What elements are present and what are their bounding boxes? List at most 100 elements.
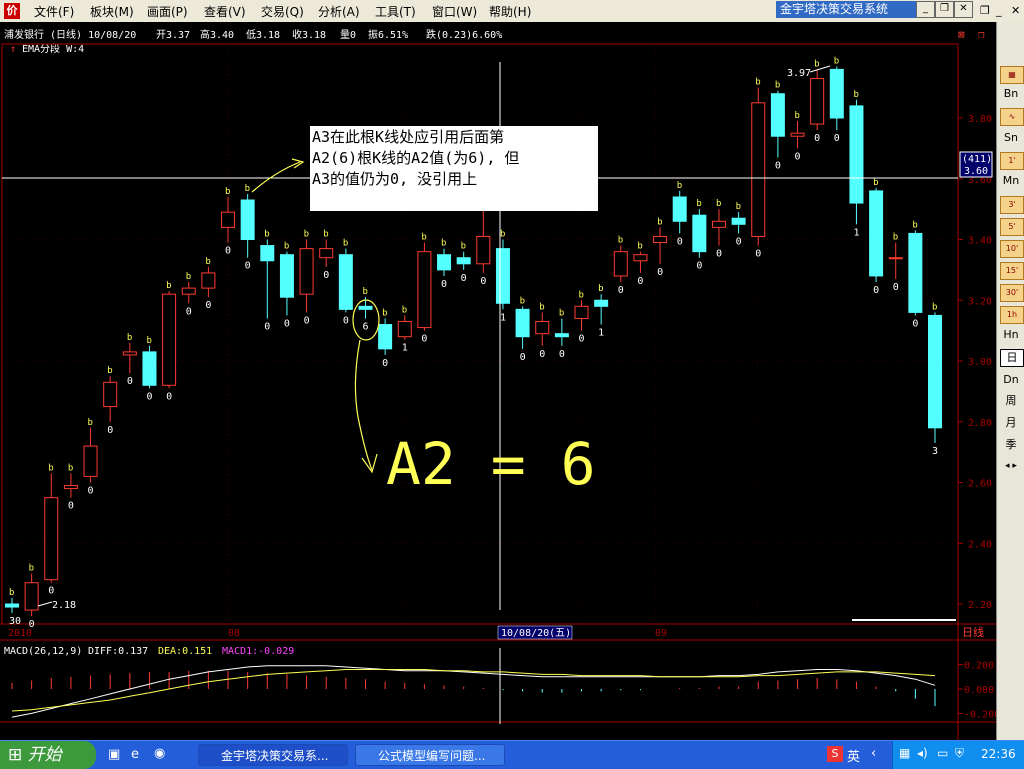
app-icon[interactable]: 价	[4, 3, 20, 19]
buy-marker: b	[205, 257, 210, 267]
annotation-line-2: A2(6)根K线的A2值(为6), 但	[312, 149, 519, 167]
menu-help[interactable]: 帮助(H)	[489, 3, 531, 20]
buy-marker: b	[795, 111, 800, 121]
volume-icon[interactable]: ◂)	[917, 746, 928, 760]
candle-tag: 0	[382, 358, 388, 369]
toolbar-scroll-icon[interactable]: ◂ ▸	[1000, 458, 1022, 474]
chrome-icon[interactable]: ◉	[154, 746, 165, 761]
mdi-restore-icon[interactable]: ❐	[980, 4, 990, 17]
period-label[interactable]: 日线	[962, 625, 984, 639]
monitor-icon[interactable]: ▭	[937, 746, 948, 760]
candle-body	[515, 308, 530, 338]
mdi-close-icon[interactable]: ✕	[1011, 4, 1020, 17]
period-30min-icon[interactable]: 30'	[1000, 284, 1024, 302]
period-day[interactable]: 日	[1000, 349, 1024, 367]
buy-marker: b	[9, 588, 14, 598]
period-dn[interactable]: Dn	[1000, 372, 1022, 388]
menu-bar: 价 文件(F) 板块(M) 画面(P) 查看(V) 交易(Q) 分析(A) 工具…	[0, 0, 1024, 23]
candle-tag: 0	[146, 391, 152, 402]
toolbar-chart-icon[interactable]: ∿	[1000, 108, 1024, 126]
period-hn[interactable]: Hn	[1000, 327, 1022, 343]
period-week[interactable]: 周	[1000, 393, 1022, 409]
buy-marker: b	[893, 233, 898, 243]
period-month[interactable]: 月	[1000, 415, 1022, 431]
period-1h-icon[interactable]: 1h	[1000, 306, 1024, 324]
candle-tag: 0	[441, 279, 447, 290]
close-button[interactable]: ✕	[954, 1, 973, 18]
task-browser[interactable]: 公式模型编写问题...	[355, 744, 505, 766]
ie-icon[interactable]: e	[131, 747, 139, 762]
annotation-line-1: A3在此根K线处应引用后面第	[312, 128, 504, 146]
period-sn[interactable]: Sn	[1000, 130, 1022, 146]
chart-close-icon[interactable]: ⊠	[958, 28, 965, 41]
minimize-button[interactable]: _	[916, 1, 935, 18]
period-5min-icon[interactable]: 5'	[1000, 218, 1024, 236]
period-1min-icon[interactable]: 1'	[1000, 152, 1024, 170]
period-3min-icon[interactable]: 3'	[1000, 196, 1024, 214]
candle-body	[849, 105, 864, 204]
macd-series	[11, 665, 936, 718]
macd-dea: DEA:0.151	[158, 646, 212, 657]
period-10min-icon[interactable]: 10'	[1000, 240, 1024, 258]
period-15min-icon[interactable]: 15'	[1000, 262, 1024, 280]
candle-body	[594, 299, 609, 307]
buy-marker: b	[500, 230, 505, 240]
price-tick-label: 2.80	[968, 418, 992, 429]
candle-body	[181, 287, 196, 295]
folder-icon[interactable]: ▣	[108, 747, 120, 762]
buy-marker: b	[127, 333, 132, 343]
candle-body	[692, 214, 707, 253]
candle-body	[456, 257, 471, 265]
candle-body	[201, 272, 216, 289]
menu-sector[interactable]: 板块(M)	[90, 3, 134, 20]
macd-label: MACD(26,12,9)	[4, 646, 82, 657]
chart-restore-icon[interactable]: ❐	[978, 28, 985, 41]
period-bn[interactable]: Bn	[1000, 86, 1022, 102]
menu-trade[interactable]: 交易(Q)	[261, 3, 304, 20]
period-quarter[interactable]: 季	[1000, 437, 1022, 453]
windows-logo-icon: ⊞	[8, 745, 23, 765]
candle-tag: 0	[893, 282, 899, 293]
cursor-price: 3.60	[964, 166, 988, 177]
chart-area[interactable]: 浦发银行 (日线) 10/08/20 开3.37 高3.40 低3.18 收3.…	[0, 22, 1000, 740]
buy-marker: b	[716, 199, 721, 209]
sogou-icon[interactable]: S	[827, 746, 843, 762]
buy-marker: b	[598, 284, 603, 294]
menu-view[interactable]: 查看(V)	[204, 3, 246, 20]
menu-file[interactable]: 文件(F)	[34, 3, 74, 20]
network-icon[interactable]: ▦	[899, 746, 910, 760]
candle-body	[731, 217, 746, 225]
candlestick-chart[interactable]: 浦发银行 (日线) 10/08/20 开3.37 高3.40 低3.18 收3.…	[0, 22, 1000, 740]
toolbar-grid-icon[interactable]: ▦	[1000, 66, 1024, 84]
shield-icon[interactable]: ⛨	[955, 746, 964, 761]
mdi-minimize-icon[interactable]: _	[996, 4, 1002, 17]
start-button[interactable]: ⊞ 开始	[0, 741, 96, 769]
menu-window[interactable]: 窗口(W)	[432, 3, 477, 20]
menu-analysis[interactable]: 分析(A)	[318, 3, 360, 20]
candle-tag: 0	[48, 586, 54, 597]
price-tick-label: 2.20	[968, 600, 992, 611]
task-trading-app[interactable]: 金宇塔决策交易系...	[198, 744, 348, 766]
stock-title: 浦发银行 (日线) 10/08/20	[4, 28, 136, 41]
candle-tag: 0	[323, 270, 329, 281]
menu-view-screen[interactable]: 画面(P)	[147, 3, 188, 20]
buy-marker: b	[814, 59, 819, 69]
tray-expand-icon[interactable]: ‹	[871, 746, 876, 761]
period-mn[interactable]: Mn	[1000, 173, 1022, 189]
candle-body	[928, 314, 942, 429]
price-tick-label: 2.60	[968, 479, 992, 490]
clock[interactable]: 22:36	[981, 747, 1016, 761]
open-value: 开3.37	[156, 30, 190, 41]
buy-marker: b	[618, 236, 623, 246]
restore-button[interactable]: ❐	[935, 1, 954, 18]
candle-body	[279, 254, 294, 298]
taskbar: ⊞ 开始 ▣ e ◉ 金宇塔决策交易系... 公式模型编写问题... S 英 ‹…	[0, 740, 1024, 769]
ime-label[interactable]: 英	[847, 746, 860, 765]
low-leader-line	[37, 601, 53, 607]
candle-body	[103, 381, 118, 408]
buy-marker: b	[755, 78, 760, 88]
candle-tag: 0	[912, 318, 918, 329]
candle-body	[24, 582, 39, 611]
menu-tools[interactable]: 工具(T)	[375, 3, 416, 20]
buy-marker: b	[873, 178, 878, 188]
